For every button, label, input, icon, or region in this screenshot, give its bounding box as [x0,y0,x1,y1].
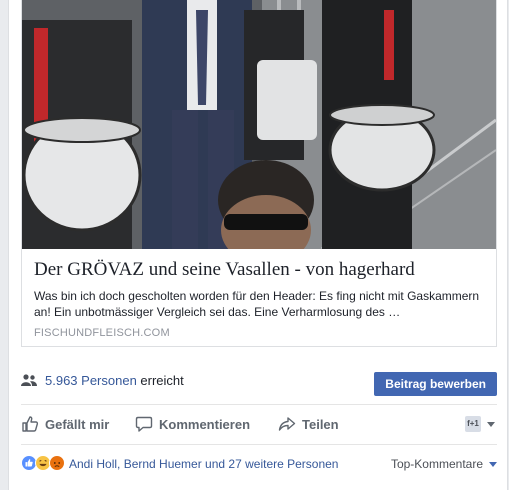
reach-suffix: erreicht [140,373,184,388]
reaction-icons[interactable] [21,455,69,471]
share-arrow-icon [278,417,296,431]
boost-post-button[interactable]: Beitrag bewerben [374,372,497,396]
preview-domain: FISCHUNDFLEISCH.COM [34,327,170,339]
preview-image[interactable] [22,0,496,249]
like-button[interactable]: Gefällt mir [21,408,109,440]
share-button[interactable]: Teilen [278,408,339,440]
post-card: Der GRÖVAZ und seine Vasallen - von hage… [8,0,508,490]
reach-row: 5.963 Personen erreicht Beitrag bewerben [21,368,497,396]
top-comments-label: Top-Kommentare [390,457,483,471]
comment-icon [135,416,153,432]
preview-photo [22,0,496,249]
page-avatar: f+1 [465,416,481,432]
reaction-names-link[interactable]: Andi Holl, Bernd Huemer und 27 weitere P… [69,457,338,471]
post-as-selector[interactable]: f+1 [465,416,495,432]
reactions-row: Andi Holl, Bernd Huemer und 27 weitere P… [21,453,497,473]
preview-title[interactable]: Der GRÖVAZ und seine Vasallen - von hage… [34,259,486,281]
like-label: Gefällt mir [45,416,110,432]
comment-button[interactable]: Kommentieren [135,408,250,440]
chevron-down-icon [489,461,497,467]
preview-text: Der GRÖVAZ und seine Vasallen - von hage… [22,249,496,346]
actions-row: Gefällt mir Kommentieren Teilen f+1 [21,408,497,440]
divider [21,444,497,445]
reach-count-link[interactable]: 5.963 Personen [45,373,137,388]
comment-label: Kommentieren [159,416,251,432]
reach-text: 5.963 Personen erreicht [45,373,184,388]
share-label: Teilen [302,416,339,432]
thumbs-up-icon [22,416,39,432]
angry-reaction-icon [49,455,65,471]
people-icon [21,374,37,386]
chevron-down-icon [487,421,495,427]
preview-description: Was bin ich doch gescholten worden für d… [34,289,480,319]
link-preview[interactable]: Der GRÖVAZ und seine Vasallen - von hage… [21,0,497,347]
top-comments-dropdown[interactable]: Top-Kommentare [391,457,497,471]
divider [21,404,497,405]
